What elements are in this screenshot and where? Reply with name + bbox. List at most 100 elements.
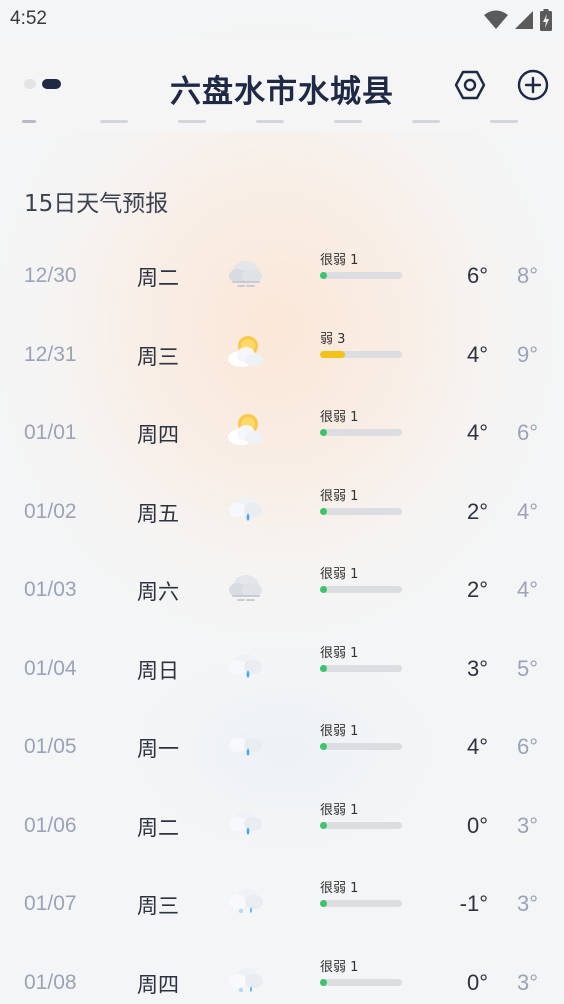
- forecast-weekday: 周三: [137, 344, 179, 369]
- air-quality-bar: [320, 978, 402, 986]
- air-quality-bar: [320, 350, 402, 358]
- air-quality-bar: [320, 900, 402, 907]
- air-quality: 很弱 1: [320, 489, 404, 515]
- temp-low: 0°: [466, 969, 488, 995]
- forecast-weekday: 周六: [137, 580, 179, 604]
- air-quality-bar-fill: [320, 272, 327, 279]
- temp-high: 8°: [516, 263, 538, 288]
- status-time: 4:52: [10, 8, 47, 29]
- temp-low: 2°: [466, 498, 488, 524]
- forecast-row[interactable]: 01/03 周六 很弱 1 2° 4°: [0, 554, 564, 632]
- temp-low: 4°: [466, 420, 488, 445]
- forecast-row[interactable]: 01/02 周五 很弱 1 2° 4°: [0, 476, 564, 554]
- forecast-date: 01/02: [24, 499, 77, 523]
- weather-screen: 4:52 六盘水市水城县 15日天气预报 12/30 周二 很弱 1 6° 8°…: [0, 0, 564, 1004]
- forecast-row[interactable]: 12/31 周三 弱 3 4° 9°: [0, 319, 564, 397]
- forecast-weekday: 周三: [137, 894, 179, 918]
- forecast-weekday: 周二: [137, 266, 179, 290]
- sleet-cloud-icon: [224, 959, 266, 1001]
- air-quality-label: 很弱 1: [320, 802, 359, 818]
- haze-cloud-icon: [224, 566, 266, 608]
- air-quality-bar: [320, 821, 402, 829]
- temp-low: 3°: [466, 655, 488, 681]
- rain-cloud-icon: [224, 802, 266, 844]
- air-quality-bar: [320, 272, 402, 279]
- air-quality-bar: [320, 743, 402, 750]
- temp-low: 4°: [466, 341, 488, 367]
- temp-high: 3°: [516, 891, 538, 916]
- air-quality-label: 很弱 1: [320, 881, 359, 896]
- forecast-weekday: 周五: [137, 501, 179, 526]
- status-bar: 4:52: [0, 0, 564, 40]
- forecast-date: 01/07: [24, 892, 77, 915]
- forecast-row[interactable]: 01/08 周四 很弱 1 0° 3°: [0, 947, 564, 1004]
- forecast-row[interactable]: 01/01 周四 很弱 1 4° 6°: [0, 397, 564, 475]
- haze-cloud-icon: [224, 252, 266, 294]
- rain-cloud-icon: [224, 645, 266, 687]
- temp-high: 4°: [516, 498, 538, 524]
- air-quality-label: 很弱 1: [320, 253, 359, 268]
- scrolled-hourly-strip: [0, 116, 564, 132]
- rain-cloud-icon: [224, 488, 266, 530]
- air-quality: 很弱 1: [320, 960, 404, 986]
- temp-high: 6°: [516, 734, 538, 759]
- signal-icon: [515, 11, 533, 29]
- air-quality-bar-fill: [320, 350, 345, 358]
- sun-cloud-icon: [224, 409, 266, 451]
- forecast-date: 01/04: [24, 656, 77, 680]
- air-quality-bar-fill: [320, 743, 327, 750]
- temp-low: 2°: [466, 577, 488, 602]
- hexagon-settings-icon: [454, 70, 486, 100]
- air-quality-bar-fill: [320, 978, 327, 986]
- air-quality: 很弱 1: [320, 646, 404, 672]
- forecast-row[interactable]: 12/30 周二 很弱 1 6° 8°: [0, 240, 564, 318]
- settings-button[interactable]: [453, 68, 487, 102]
- temp-high: 6°: [516, 420, 538, 445]
- forecast-date: 01/05: [24, 735, 77, 758]
- air-quality-bar-fill: [320, 664, 327, 672]
- forecast-date: 01/03: [24, 578, 77, 601]
- air-quality: 弱 3: [320, 332, 404, 358]
- forecast-weekday: 周日: [137, 658, 179, 683]
- temp-low: 4°: [466, 734, 488, 759]
- forecast-weekday: 周一: [137, 737, 179, 761]
- temp-high: 3°: [516, 812, 538, 838]
- forecast-title: 15日天气预报: [24, 191, 169, 217]
- forecast-weekday: 周二: [137, 815, 179, 840]
- air-quality-label: 弱 3: [320, 331, 346, 347]
- forecast-date: 12/30: [24, 264, 77, 287]
- temp-high: 4°: [516, 577, 538, 602]
- forecast-weekday: 周四: [137, 972, 179, 997]
- air-quality-label: 很弱 1: [320, 488, 359, 504]
- air-quality-bar-fill: [320, 429, 327, 436]
- forecast-row[interactable]: 01/07 周三 很弱 1 -1° 3°: [0, 868, 564, 946]
- rain-cloud-icon: [224, 723, 266, 765]
- air-quality: 很弱 1: [320, 253, 404, 279]
- air-quality-label: 很弱 1: [320, 959, 359, 975]
- add-city-button[interactable]: [516, 68, 550, 102]
- temp-high: 5°: [516, 655, 538, 681]
- temp-high: 3°: [516, 969, 538, 995]
- air-quality-label: 很弱 1: [320, 410, 359, 425]
- temp-high: 9°: [516, 341, 538, 367]
- forecast-row[interactable]: 01/04 周日 很弱 1 3° 5°: [0, 633, 564, 711]
- forecast-date: 01/01: [24, 421, 77, 444]
- air-quality-label: 很弱 1: [320, 645, 359, 661]
- forecast-row[interactable]: 01/05 周一 很弱 1 4° 6°: [0, 711, 564, 789]
- temp-low: 0°: [466, 812, 488, 838]
- air-quality-bar: [320, 664, 402, 672]
- air-quality: 很弱 1: [320, 410, 404, 436]
- status-icons: [484, 9, 552, 31]
- air-quality-bar-fill: [320, 900, 327, 907]
- forecast-row[interactable]: 01/06 周二 很弱 1 0° 3°: [0, 790, 564, 868]
- air-quality-bar-fill: [320, 507, 327, 515]
- forecast-date: 01/08: [24, 970, 77, 994]
- air-quality-bar: [320, 507, 402, 515]
- battery-charging-icon: [540, 9, 552, 31]
- air-quality-bar-fill: [320, 821, 327, 829]
- plus-circle-icon: [517, 69, 549, 101]
- air-quality: 很弱 1: [320, 567, 404, 593]
- air-quality-bar: [320, 429, 402, 436]
- air-quality: 很弱 1: [320, 881, 404, 907]
- wifi-icon: [484, 10, 508, 29]
